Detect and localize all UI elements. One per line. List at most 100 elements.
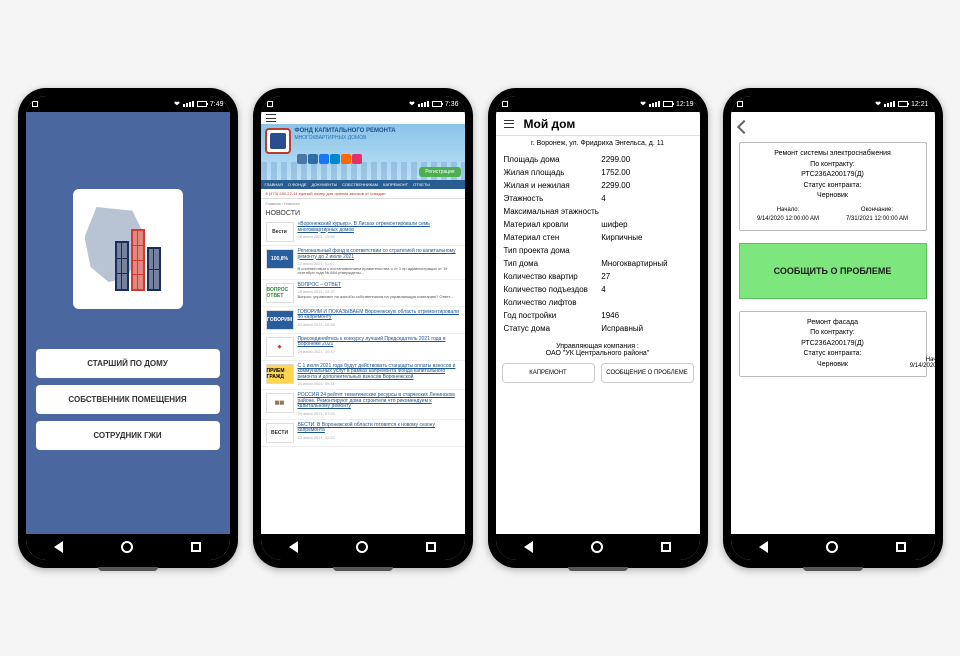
property-value: Кирпичные <box>601 233 691 242</box>
nav-home-icon[interactable] <box>591 541 603 553</box>
address-text: г. Воронеж, ул. Фридриха Энгельса, д. 11 <box>496 136 700 151</box>
news-item[interactable]: Вести«Воронежский курьер». В Лисках отре… <box>261 219 465 246</box>
nav-back-icon[interactable] <box>54 541 63 553</box>
clock: 7:49 <box>210 101 224 108</box>
nav-recent-icon[interactable] <box>426 542 436 552</box>
news-thumb-icon: ВЕСТИ <box>266 423 294 443</box>
news-item[interactable]: ◈ Присоединяйтесь к конкурсу лучший Предс… <box>261 334 465 361</box>
news-date: 24 июня 2021, 10:17 <box>298 349 460 354</box>
menu-icon[interactable] <box>266 114 276 122</box>
news-item[interactable]: ▦▦РОССИЯ 24 рейтят тематические ресурсы … <box>261 390 465 420</box>
ok-icon[interactable] <box>341 154 351 164</box>
phone-mock-3: ❤ 12:19 Мой дом г. Воронеж, ул. Фридриха… <box>488 88 708 568</box>
news-item[interactable]: ГОВОРИМГОВОРИМ И ПОКАЗЫВАЕМ Воронежскую … <box>261 307 465 334</box>
news-title[interactable]: ВЕСТИ. В Воронежской области готовятся к… <box>298 423 460 434</box>
property-label: Жилая и нежилая <box>504 181 602 190</box>
news-title[interactable]: С 1 июля 2021 года будут действовать ста… <box>298 364 460 381</box>
news-title[interactable]: ВОПРОС – ОТВЕТ <box>298 283 460 289</box>
android-navbar <box>731 534 935 560</box>
contract-title: Ремонт системы электроснабжения <box>744 149 922 160</box>
role-employee-button[interactable]: СОТРУДНИК ГЖИ <box>36 421 220 450</box>
property-value: 1946 <box>601 311 691 320</box>
property-row: Год постройки1946 <box>504 309 692 322</box>
nav-back-icon[interactable] <box>759 541 768 553</box>
nav-home-icon[interactable] <box>121 541 133 553</box>
news-desc: Вопрос: управляют ли жалобы собственнико… <box>298 295 460 299</box>
menu-icon[interactable] <box>504 120 514 128</box>
page-title: Мой дом <box>524 117 576 131</box>
news-date: 28 июня 2021, 11:08 <box>298 234 460 239</box>
tg-icon[interactable] <box>330 154 340 164</box>
register-button[interactable]: Регистрация <box>419 167 460 177</box>
news-title[interactable]: Региональный фонд в соответствии со стра… <box>298 249 460 260</box>
nav-recent-icon[interactable] <box>191 542 201 552</box>
nav-recent-icon[interactable] <box>661 542 671 552</box>
report-problem-button[interactable]: СООБЩИТЬ О ПРОБЛЕМЕ <box>739 243 927 299</box>
nav-back-icon[interactable] <box>524 541 533 553</box>
clock: 12:21 <box>911 101 929 108</box>
overhaul-button[interactable]: КАПРЕМОНТ <box>502 363 595 383</box>
start-date: 9/14/2020 12:00:00 AM <box>757 215 819 224</box>
news-title[interactable]: РОССИЯ 24 рейтят тематические ресурсы в … <box>298 393 460 410</box>
property-row: Материал кровлишифер <box>504 218 692 231</box>
property-label: Максимальная этажность <box>504 207 602 216</box>
tab-item[interactable]: СОБСТВЕННИКАМ <box>342 182 378 187</box>
property-value: 4 <box>601 194 691 203</box>
vk-icon[interactable] <box>297 154 307 164</box>
management-company: Управляющая компания : ОАО "УК Центральн… <box>496 337 700 363</box>
nav-home-icon[interactable] <box>826 541 838 553</box>
partial-text: Нач 9/14/2020 <box>910 357 935 369</box>
tab-item[interactable]: ДОКУМЕНТЫ <box>312 182 338 187</box>
property-value <box>601 207 691 216</box>
property-table: Площадь дома2299.00Жилая площадь1752.00Ж… <box>496 151 700 337</box>
property-label: Статус дома <box>504 324 602 333</box>
vk2-icon[interactable] <box>308 154 318 164</box>
news-item[interactable]: ВЕСТИ ВЕСТИ. В Воронежской области готовя… <box>261 420 465 447</box>
news-thumb-icon: ◈ <box>266 337 294 357</box>
nav-back-icon[interactable] <box>289 541 298 553</box>
fund-logo-icon <box>265 128 291 154</box>
news-title[interactable]: «Воронежский курьер». В Лисках отремонти… <box>298 222 460 233</box>
tab-item[interactable]: ГЛАВНАЯ <box>265 182 283 187</box>
property-value: шифер <box>601 220 691 229</box>
page-heading: НОВОСТИ <box>261 208 465 219</box>
contract-title: Ремонт фасада <box>744 318 922 329</box>
news-item[interactable]: ВОПРОС ОТВЕТВОПРОС – ОТВЕТ25 июня 2021, … <box>261 280 465 307</box>
clock: 12:19 <box>676 101 694 108</box>
banner-title: ФОНД КАПИТАЛЬНОГО РЕМОНТА <box>295 128 396 135</box>
property-label: Тип проекта дома <box>504 246 602 255</box>
role-senior-button[interactable]: СТАРШИЙ ПО ДОМУ <box>36 349 220 378</box>
status-bar: ❤ 12:19 <box>496 96 700 112</box>
property-value: 2299.00 <box>601 181 691 190</box>
property-value: 4 <box>601 285 691 294</box>
property-value: Многоквартирный <box>601 259 691 268</box>
contract-card: Ремонт системы электроснабжения По контр… <box>739 142 927 231</box>
news-desc: В соответствии с постановлением правител… <box>298 267 460 276</box>
news-item[interactable]: ПРИЕМ ГРАЖДС 1 июля 2021 года будут дейс… <box>261 361 465 391</box>
property-row: Количество лифтов <box>504 296 692 309</box>
role-owner-button[interactable]: СОБСТВЕННИК ПОМЕЩЕНИЯ <box>36 385 220 414</box>
news-title[interactable]: Присоединяйтесь к конкурсу лучший Предсе… <box>298 337 460 348</box>
property-value: Исправный <box>601 324 691 333</box>
nav-home-icon[interactable] <box>356 541 368 553</box>
tab-item[interactable]: КАПРЕМОНТ <box>383 182 408 187</box>
report-problem-button[interactable]: СООБЩЕНИЕ О ПРОБЛЕМЕ <box>601 363 694 383</box>
news-date: 24 июня 2021, 07:00 <box>298 411 460 416</box>
contract-number: РТС236А200179(Д) <box>744 339 922 350</box>
news-item[interactable]: 100,8%Региональный фонд в соответствии с… <box>261 246 465 280</box>
ig-icon[interactable] <box>352 154 362 164</box>
property-label: Материал кровли <box>504 220 602 229</box>
phone-mock-2: ❤ 7:36 ФОНД КАПИТАЛЬНОГО РЕМОНТА МНОГОКВ… <box>253 88 473 568</box>
property-row: Материал стенКирпичные <box>504 231 692 244</box>
news-title[interactable]: ГОВОРИМ И ПОКАЗЫВАЕМ Воронежскую область… <box>298 310 460 321</box>
android-navbar <box>261 534 465 560</box>
tab-item[interactable]: ОТЧЕТЫ <box>413 182 430 187</box>
fb-icon[interactable] <box>319 154 329 164</box>
phone-mock-1: ❤ 7:49 СТАРШИЙ ПО ДОМУ СОБСТВЕННИК ПОМЕЩ… <box>18 88 238 568</box>
property-value: 2299.00 <box>601 155 691 164</box>
nav-recent-icon[interactable] <box>896 542 906 552</box>
property-label: Этажность <box>504 194 602 203</box>
tab-item[interactable]: О ФОНДЕ <box>288 182 307 187</box>
back-icon[interactable] <box>737 118 751 132</box>
status-bar: ❤ 12:21 <box>731 96 935 112</box>
